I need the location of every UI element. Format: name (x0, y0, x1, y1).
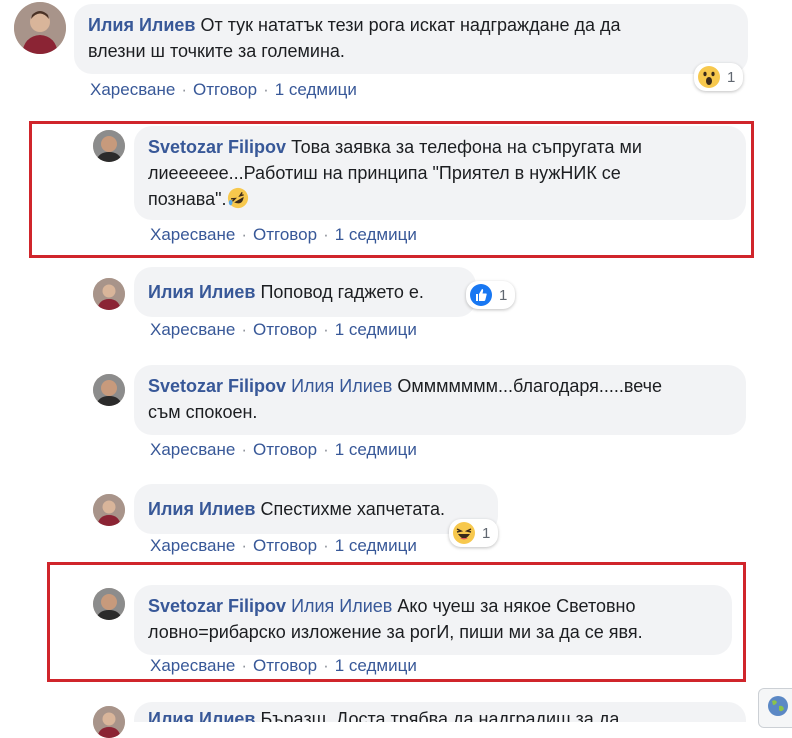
mention-link[interactable]: Илия Илиев (291, 596, 392, 616)
like-link[interactable]: Харесване (90, 80, 175, 99)
reaction-badge[interactable]: 1 (466, 281, 516, 309)
like-link[interactable]: Харесване (150, 536, 235, 555)
comment-author[interactable]: Илия Илиев (148, 499, 255, 519)
comment-text: Оммммммм...благодаря.....вече (397, 376, 663, 396)
like-link[interactable]: Харесване (150, 320, 235, 339)
thumbs-up-icon (469, 283, 493, 307)
comment-author[interactable]: Svetozar Filipov (148, 137, 286, 157)
comment-text: Поповод гаджето е. (260, 282, 424, 302)
reaction-count: 1 (482, 524, 491, 542)
avatar[interactable] (93, 588, 125, 620)
reaction-badge[interactable]: 1 (694, 63, 744, 91)
comment-author[interactable]: Илия Илиев (88, 15, 195, 35)
comment-actions: Харесване · Отговор · 1 седмици (150, 225, 417, 244)
comment-author[interactable]: Svetozar Filipov (148, 376, 286, 396)
reply-link[interactable]: Отговор (193, 80, 257, 99)
comment-actions: Харесване · Отговор · 1 седмици (150, 536, 417, 555)
comment-text: От тук нататък тези рога искат надгражда… (200, 15, 621, 35)
reply-link[interactable]: Отговор (253, 225, 317, 244)
comment-author[interactable]: Илия Илиев (148, 282, 255, 302)
comment-text: Това заявка за телефона на съпругата ми (291, 137, 642, 157)
like-link[interactable]: Харесване (150, 225, 235, 244)
timestamp[interactable]: 1 седмици (335, 225, 417, 244)
comment-author[interactable]: Илия Илиев (148, 709, 255, 722)
laughing-emoji-icon (452, 521, 476, 545)
wow-emoji-icon (697, 65, 721, 89)
reply-link[interactable]: Отговор (253, 656, 317, 675)
timestamp[interactable]: 1 седмици (335, 320, 417, 339)
mention-link[interactable]: Илия Илиев (291, 376, 392, 396)
comment-bubble: Илия Илиев Поповод гаджето е. (134, 267, 476, 317)
comment-actions: Харесване · Отговор · 1 седмици (150, 320, 417, 339)
reply-link[interactable]: Отговор (253, 440, 317, 459)
like-link[interactable]: Харесване (150, 440, 235, 459)
reaction-count: 1 (499, 286, 508, 304)
reaction-badge[interactable]: 1 (449, 519, 499, 547)
like-link[interactable]: Харесване (150, 656, 235, 675)
avatar[interactable] (93, 494, 125, 526)
avatar[interactable] (93, 130, 125, 162)
timestamp[interactable]: 1 седмици (335, 656, 417, 675)
comment-bubble: Svetozar Filipov Това заявка за телефона… (134, 126, 746, 220)
reaction-count: 1 (727, 68, 736, 86)
language-globe-button[interactable] (758, 688, 792, 728)
timestamp[interactable]: 1 седмици (275, 80, 357, 99)
rolling-laughing-emoji-icon (227, 187, 249, 209)
comment-text: познава". (148, 189, 227, 209)
comment-bubble: Илия Илиев От тук нататък тези рога иска… (74, 4, 748, 74)
avatar[interactable] (93, 278, 125, 310)
avatar[interactable] (93, 374, 125, 406)
avatar[interactable] (93, 706, 125, 738)
comment-text: съм спокоен. (148, 402, 258, 422)
comment-text: лиеееeee...Работиш на принципа "Приятел … (148, 163, 621, 183)
reply-link[interactable]: Отговор (253, 536, 317, 555)
comment-actions: Харесване · Отговор · 1 седмици (150, 656, 417, 675)
comment-actions: Харесване · Отговор · 1 седмици (90, 80, 357, 99)
comment-text: Спестихме хапчетата. (260, 499, 445, 519)
avatar[interactable] (14, 2, 66, 54)
timestamp[interactable]: 1 седмици (335, 536, 417, 555)
comment-bubble: Илия Илиев Бъразш. Доста трябва да надгр… (134, 702, 746, 722)
comment-text: ловно=рибарско изложение за рогИ, пиши м… (148, 622, 643, 642)
comment-text: Ако чуеш за някое Световно (397, 596, 636, 616)
comment-author[interactable]: Svetozar Filipov (148, 596, 286, 616)
comment-bubble: Svetozar Filipov Илия Илиев Ако чуеш за … (134, 585, 732, 655)
comment-bubble: Илия Илиев Спестихме хапчетата. (134, 484, 498, 534)
reply-link[interactable]: Отговор (253, 320, 317, 339)
comment-bubble: Svetozar Filipov Илия Илиев Оммммммм...б… (134, 365, 746, 435)
comment-actions: Харесване · Отговор · 1 седмици (150, 440, 417, 459)
comment-text: Бъразш. Доста трябва да надградиш за да (260, 709, 620, 722)
timestamp[interactable]: 1 седмици (335, 440, 417, 459)
comment-text: влезни ш точките за големина. (88, 41, 345, 61)
globe-icon (766, 694, 790, 723)
